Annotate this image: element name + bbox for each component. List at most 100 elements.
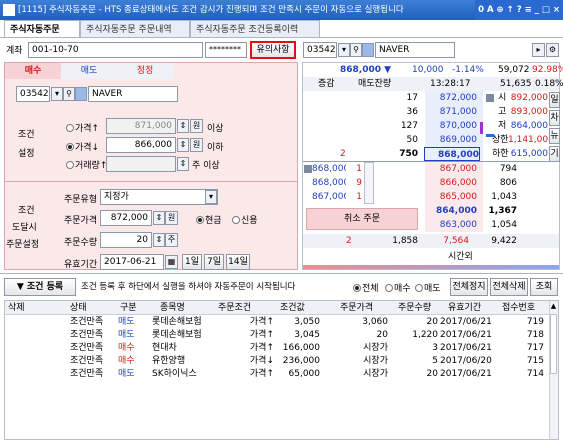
cond-spin-price-up[interactable]: ⇕ <box>177 119 189 133</box>
bid-price-3[interactable]: 865,000 <box>425 190 477 204</box>
cell-valid: 2017/06/21 <box>440 343 492 353</box>
filter-sell-radio[interactable] <box>415 284 423 292</box>
order-price-field[interactable]: 872,000 <box>100 210 152 226</box>
cell-cond-value: 3,050 <box>294 317 320 327</box>
order-code-field[interactable]: 035420 <box>16 86 50 102</box>
cash-option[interactable]: 현금 <box>196 213 222 226</box>
order-code-dropdown[interactable]: ▾ <box>51 87 63 101</box>
bid-price-5[interactable]: 863,000 <box>425 218 477 232</box>
valid-7day-button[interactable]: 7일 <box>204 254 224 270</box>
credit-radio[interactable] <box>232 216 240 224</box>
sell-tab[interactable]: 매도 <box>61 63 117 79</box>
modify-tab[interactable]: 정정 <box>117 63 173 79</box>
buy-tab[interactable]: 매수 <box>5 63 61 79</box>
quote-code-field[interactable]: 035420 <box>303 42 337 58</box>
cond-value-volume[interactable] <box>106 156 176 172</box>
valid-14day-button[interactable]: 14일 <box>226 254 250 270</box>
trade-price-2: 868,000 <box>312 178 346 188</box>
valid-date-field[interactable]: 2017-06-21 <box>100 254 164 270</box>
cell-type: 매도 <box>118 369 135 379</box>
account-number-field[interactable]: 001-10-70 <box>28 42 203 58</box>
tab-order-history[interactable]: 주식자동주문 주문내역 <box>80 20 190 38</box>
filter-buy[interactable]: 매수 <box>385 281 411 294</box>
info-lower-key: 하한 <box>492 149 509 159</box>
valid-1day-button[interactable]: 1일 <box>182 254 202 270</box>
order-qty-spin[interactable]: ⇕ <box>153 233 165 247</box>
tab-auto-order[interactable]: 주식자동주문 <box>4 20 80 38</box>
filter-buy-radio[interactable] <box>385 284 393 292</box>
info-upper-val: 1,141,000 <box>508 135 548 145</box>
filter-sell[interactable]: 매도 <box>415 281 441 294</box>
scroll-up-icon[interactable]: ▲ <box>549 302 558 310</box>
ask-price-1[interactable]: 872,000 <box>425 91 477 105</box>
cell-cond-value: 236,000 <box>282 356 320 366</box>
ask-price-3[interactable]: 870,000 <box>425 119 477 133</box>
cond-row-price-up[interactable]: 가격↑ <box>66 121 99 134</box>
cancel-order-button[interactable]: 취소 주문 <box>306 208 418 230</box>
quote-stock-icon[interactable] <box>362 43 374 57</box>
condition-register-toggle[interactable]: ▼ 조건 등록 <box>4 278 76 296</box>
order-setting-label-2: 도달시 <box>12 223 37 233</box>
cond-spin-volume[interactable]: ⇕ <box>177 157 189 171</box>
bid-price-1[interactable]: 867,000 <box>425 162 477 176</box>
cell-delete <box>8 341 38 355</box>
cond-value-price-up[interactable]: 871,000 <box>106 118 176 134</box>
order-type-dropdown-icon[interactable]: ▾ <box>205 190 217 204</box>
cond-radio-volume[interactable] <box>66 161 74 169</box>
trade-qty-2: 9 <box>356 178 362 188</box>
calendar-icon[interactable]: ▦ <box>165 255 178 269</box>
bid-price-4[interactable]: 864,000 <box>425 204 477 218</box>
stop-all-button[interactable]: 전체정지 <box>450 278 488 296</box>
scroll-thumb[interactable] <box>550 314 557 374</box>
order-type-select[interactable]: 지정가 <box>100 189 218 205</box>
password-field[interactable]: ******** <box>205 42 247 58</box>
cond-radio-price-up[interactable] <box>66 124 74 132</box>
volume-bar <box>480 122 483 134</box>
filter-all[interactable]: 전체 <box>353 281 379 294</box>
quote-footer-bar <box>303 265 559 269</box>
order-stock-icon[interactable] <box>75 87 87 101</box>
cell-delete <box>8 315 38 329</box>
ask-price-2[interactable]: 871,000 <box>425 105 477 119</box>
quote-code-dropdown[interactable]: ▾ <box>338 43 350 57</box>
register-description: 조건 등록 후 하단에서 실행을 하셔야 자동주문이 시작됩니다 <box>81 282 296 292</box>
notice-button[interactable]: 유의사항 <box>250 41 296 59</box>
order-search-icon[interactable]: ⚲ <box>63 87 75 101</box>
cell-delete <box>8 328 38 342</box>
cond-value-price-down[interactable]: 866,000 <box>106 137 176 153</box>
cell-order-price: 20 <box>376 330 388 340</box>
cash-radio[interactable] <box>196 216 204 224</box>
filter-all-radio[interactable] <box>353 284 361 292</box>
side-tab-diff[interactable]: 차 <box>549 110 560 126</box>
cond-radio-price-down[interactable] <box>66 143 74 151</box>
side-tab-news[interactable]: 뉴 <box>549 128 560 144</box>
cell-receipt: 714 <box>526 369 544 379</box>
gear-icon[interactable]: ⚙ <box>546 43 559 57</box>
trade-price-3: 867,000 <box>312 192 346 202</box>
query-button[interactable]: 조회 <box>530 278 558 296</box>
ask-price-4[interactable]: 869,000 <box>425 133 477 147</box>
cond-row-volume[interactable]: 거래량↑ <box>66 158 107 171</box>
credit-option[interactable]: 신용 <box>232 213 258 226</box>
window-controls[interactable]: 0 A ⊕ ↑ ? ≡ _ □ × <box>475 0 563 20</box>
chart-mini-icon <box>486 94 494 102</box>
foot-inc: 2 <box>346 236 352 246</box>
trade-price-1: 868,000 <box>312 164 346 174</box>
ask-qty-5: 750 <box>399 149 418 159</box>
quote-search-icon[interactable]: ⚲ <box>350 43 362 57</box>
bid-price-2[interactable]: 866,000 <box>425 176 477 190</box>
cell-type: 매도 <box>118 330 135 340</box>
delete-all-button[interactable]: 전체삭제 <box>490 278 528 296</box>
ask-price-5[interactable]: 868,000 <box>424 147 480 161</box>
side-tab-daily[interactable]: 일 <box>549 92 560 108</box>
tab-condition-history[interactable]: 주식자동주문 조건등록이력 <box>190 20 320 38</box>
side-tab-info[interactable]: 기 <box>549 146 560 162</box>
info-upper-key: 상한 <box>492 135 509 145</box>
cond-spin-price-down[interactable]: ⇕ <box>177 138 189 152</box>
hdr-count: 51,635 <box>500 79 532 89</box>
trades-scrollbar[interactable] <box>364 162 374 204</box>
order-price-spin[interactable]: ⇕ <box>153 211 165 225</box>
forward-icon[interactable]: ▸ <box>532 43 545 57</box>
cond-row-price-down[interactable]: 가격↓ <box>66 140 99 153</box>
order-qty-field[interactable]: 20 <box>100 232 152 248</box>
